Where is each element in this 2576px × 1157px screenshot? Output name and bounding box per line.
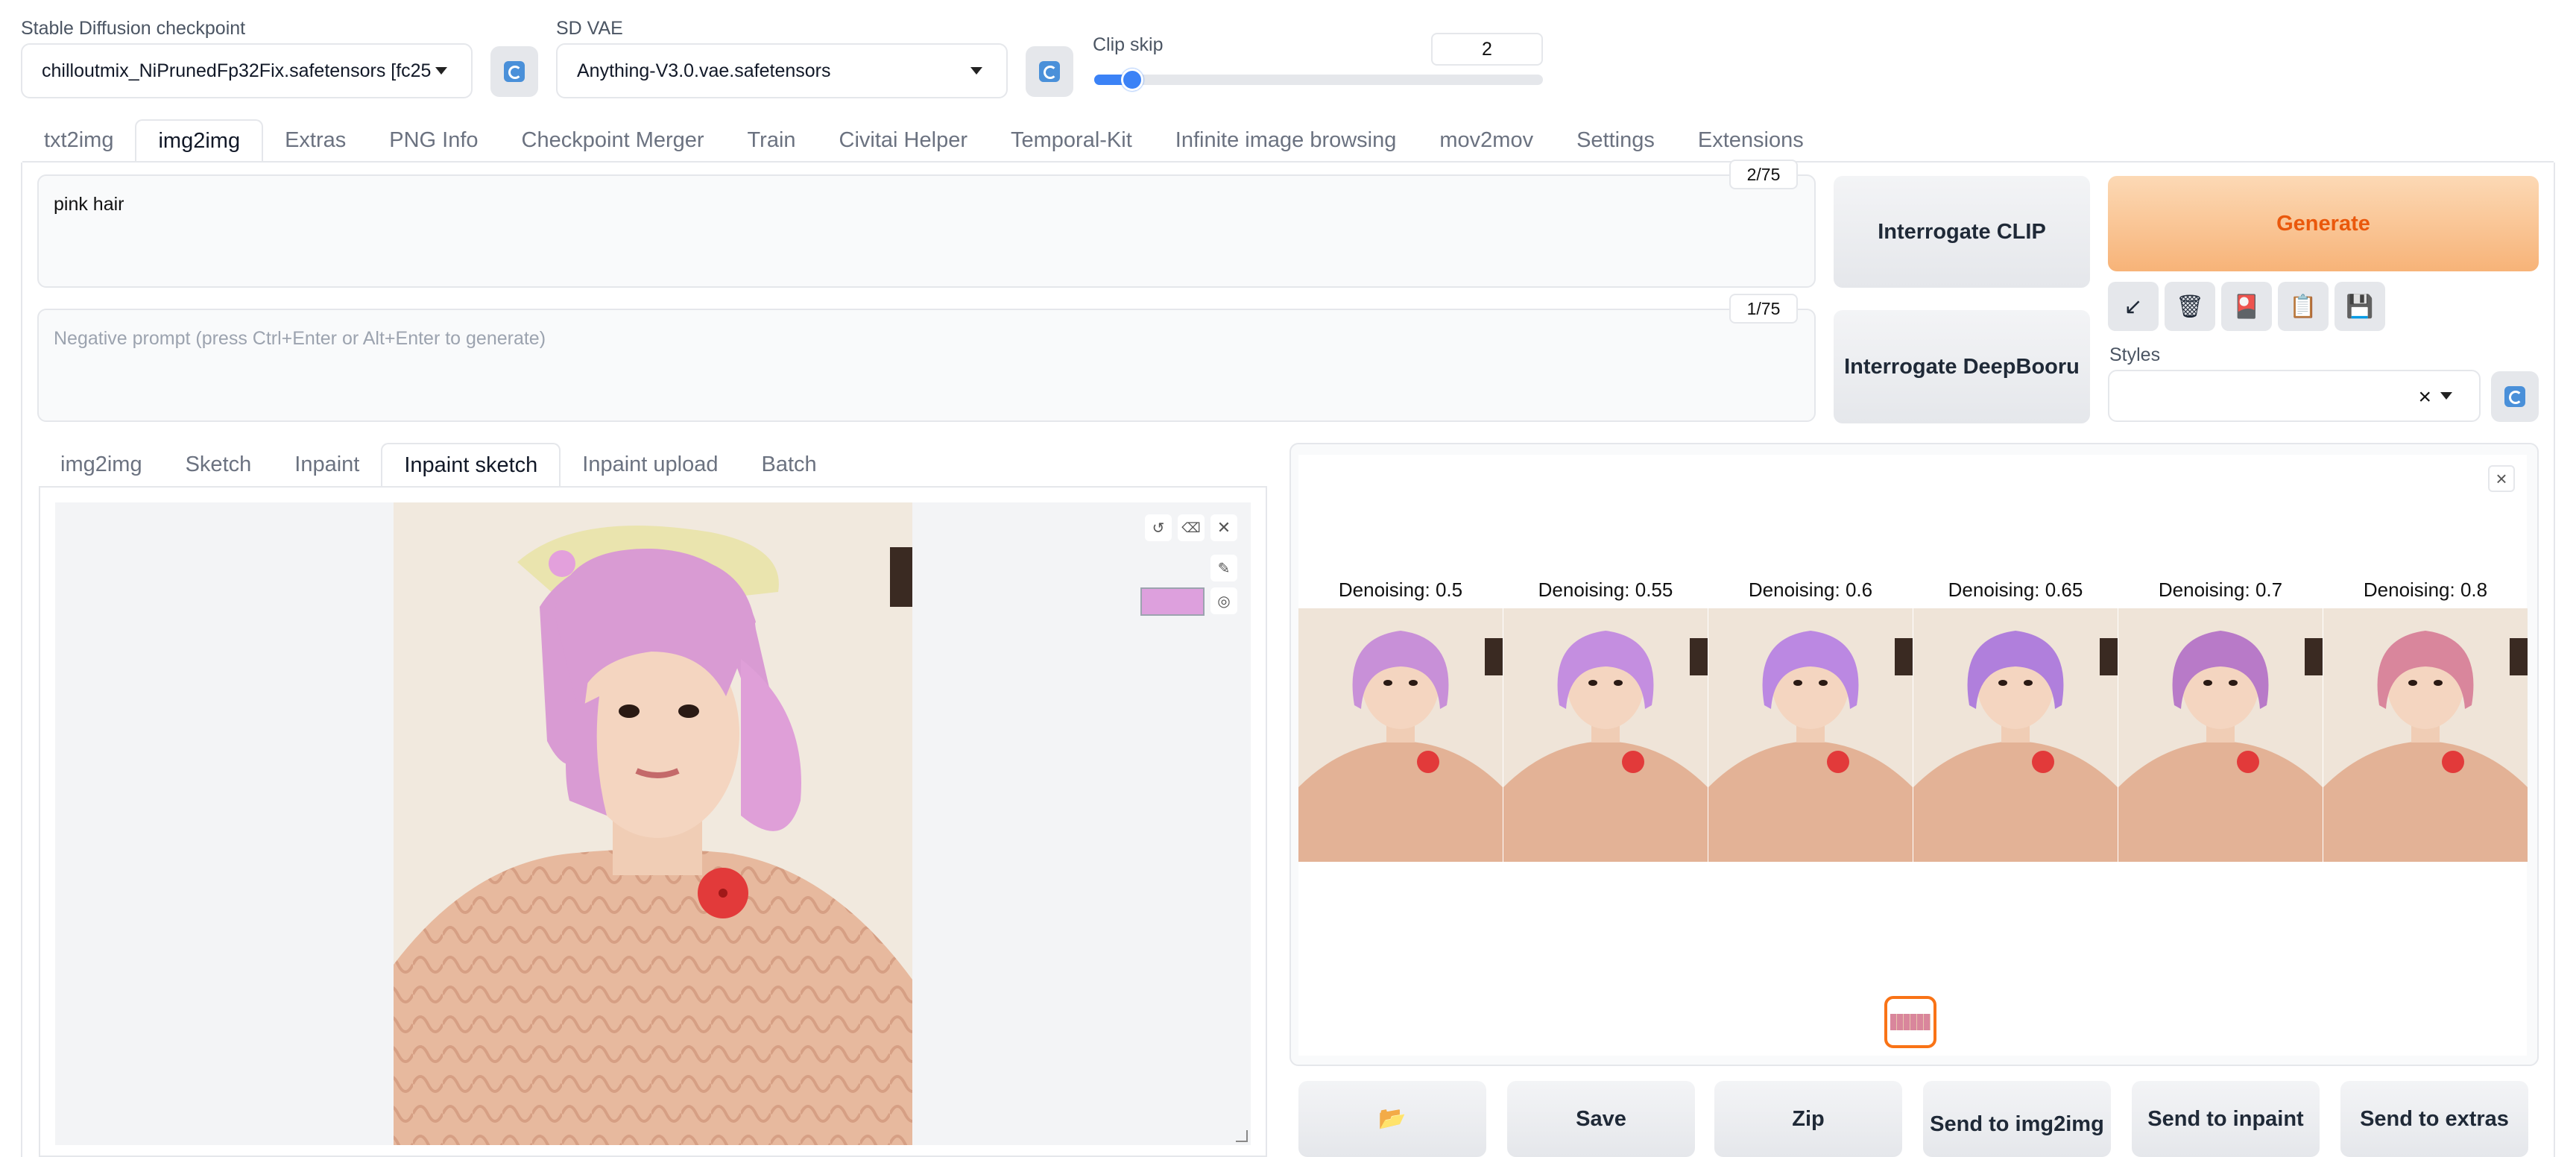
clip-skip-input[interactable]: 2 — [1431, 33, 1543, 66]
open-folder-button[interactable]: 📂 — [1298, 1081, 1486, 1157]
save-button[interactable]: Save — [1507, 1081, 1695, 1157]
tab-png-info[interactable]: PNG Info — [367, 119, 499, 161]
tab-txt2img[interactable]: txt2img — [22, 119, 135, 161]
interrogate-clip-button[interactable]: Interrogate CLIP — [1834, 176, 2090, 288]
negative-prompt-placeholder: Negative prompt (press Ctrl+Enter or Alt… — [54, 328, 546, 349]
negative-prompt-input[interactable]: Negative prompt (press Ctrl+Enter or Alt… — [37, 309, 1816, 422]
tab-img2img[interactable]: img2img — [135, 119, 264, 161]
close-gallery-icon[interactable]: × — [2488, 465, 2515, 492]
vae-value: Anything-V3.0.vae.safetensors — [577, 60, 831, 81]
refresh-vae-button[interactable] — [1026, 46, 1073, 97]
grid-thumbnail[interactable] — [1884, 996, 1936, 1048]
clip-skip-label: Clip skip — [1093, 34, 1164, 55]
main-tabs: txt2img img2img Extras PNG Info Checkpoint M… — [22, 119, 2554, 163]
gallery-thumbnail[interactable] — [2118, 608, 2323, 862]
zip-button[interactable]: Zip — [1714, 1081, 1902, 1157]
denoising-label: Denoising: 0.8 — [2363, 578, 2488, 601]
prompt-input[interactable]: pink hair — [37, 174, 1816, 288]
checkpoint-dropdown[interactable]: chilloutmix_NiPrunedFp32Fix.safetensors … — [21, 43, 473, 98]
extra-networks-icon[interactable]: 🎴 — [2221, 282, 2272, 331]
refresh-styles-button[interactable] — [2491, 371, 2539, 422]
subtab-sketch[interactable]: Sketch — [164, 443, 274, 486]
brush-color-swatch[interactable] — [1140, 587, 1205, 616]
denoising-label: Denoising: 0.55 — [1538, 578, 1673, 601]
subtab-batch[interactable]: Batch — [740, 443, 839, 486]
brush-icon[interactable]: ✎ — [1210, 555, 1237, 581]
gallery-thumbnail[interactable] — [1708, 608, 1913, 862]
trash-icon[interactable]: 🗑 — [2165, 282, 2215, 331]
tab-civitai-helper[interactable]: Civitai Helper — [818, 119, 989, 161]
prompt-text: pink hair — [54, 194, 124, 215]
sketch-canvas[interactable]: ↺ ⌫ ✕ ✎ ◎ — [55, 502, 1251, 1145]
thumbnail-image — [1708, 608, 1913, 862]
refresh-checkpoint-button[interactable] — [490, 46, 538, 97]
checkpoint-label: Stable Diffusion checkpoint — [21, 18, 246, 39]
vae-dropdown[interactable]: Anything-V3.0.vae.safetensors — [556, 43, 1008, 98]
send-to-img2img-button[interactable]: Send to img2img — [1923, 1081, 2111, 1157]
thumbnail-image — [2323, 608, 2528, 862]
tab-checkpoint-merger[interactable]: Checkpoint Merger — [500, 119, 726, 161]
tab-extensions[interactable]: Extensions — [1676, 119, 1825, 161]
denoising-label: Denoising: 0.6 — [1748, 578, 1873, 601]
refresh-icon — [504, 61, 525, 82]
gallery-thumbnail[interactable] — [1503, 608, 1708, 862]
resize-handle-icon[interactable] — [1236, 1130, 1248, 1142]
paste-params-icon[interactable]: ↙ — [2108, 282, 2159, 331]
undo-icon[interactable]: ↺ — [1145, 514, 1172, 541]
tab-temporal-kit[interactable]: Temporal-Kit — [989, 119, 1154, 161]
thumbnail-image — [1298, 608, 1503, 862]
slider-handle[interactable] — [1121, 69, 1144, 91]
subtab-inpaint-upload[interactable]: Inpaint upload — [561, 443, 739, 486]
denoising-label: Denoising: 0.65 — [1948, 578, 2083, 601]
subtab-inpaint-sketch[interactable]: Inpaint sketch — [381, 443, 561, 486]
negative-token-counter: 1/75 — [1729, 294, 1798, 324]
thumbnail-image — [1503, 608, 1708, 862]
clipboard-icon[interactable]: 📋 — [2278, 282, 2329, 331]
gallery-thumbnail[interactable] — [1298, 608, 1503, 862]
tab-mov2mov[interactable]: mov2mov — [1418, 119, 1555, 161]
send-to-extras-button[interactable]: Send to extras — [2340, 1081, 2528, 1157]
denoising-label: Denoising: 0.5 — [1338, 578, 1463, 601]
subtab-img2img[interactable]: img2img — [39, 443, 164, 486]
styles-label: Styles — [2109, 344, 2161, 365]
save-style-icon[interactable]: 💾 — [2334, 282, 2385, 331]
tab-extras[interactable]: Extras — [263, 119, 367, 161]
refresh-icon — [2504, 386, 2525, 407]
tab-infinite-image-browsing[interactable]: Infinite image browsing — [1154, 119, 1418, 161]
generate-button[interactable]: Generate — [2108, 176, 2539, 271]
vae-label: SD VAE — [556, 18, 623, 39]
thumbnail-image — [2118, 608, 2323, 862]
chevron-down-icon — [435, 67, 447, 75]
clear-canvas-icon[interactable]: ✕ — [1210, 514, 1237, 541]
tab-settings[interactable]: Settings — [1555, 119, 1676, 161]
gallery-thumbnail[interactable] — [1913, 608, 2118, 862]
gallery-thumbnail[interactable] — [2323, 608, 2528, 862]
chevron-down-icon — [970, 67, 982, 75]
img2img-subtabs: img2img Sketch Inpaint Inpaint sketch Inpain… — [39, 443, 1267, 488]
folder-icon: 📂 — [1378, 1106, 1407, 1131]
clear-icon[interactable]: × — [2418, 385, 2431, 410]
thumbnail-image — [1913, 608, 2118, 862]
checkpoint-value: chilloutmix_NiPrunedFp32Fix.safetensors … — [42, 60, 432, 81]
eraser-icon[interactable]: ⌫ — [1178, 514, 1205, 541]
subtab-inpaint[interactable]: Inpaint — [273, 443, 381, 486]
send-to-inpaint-button[interactable]: Send to inpaint — [2132, 1081, 2320, 1157]
denoising-label: Denoising: 0.7 — [2158, 578, 2283, 601]
prompt-token-counter: 2/75 — [1729, 160, 1798, 189]
clip-skip-slider[interactable] — [1094, 69, 1543, 91]
sketch-image — [394, 502, 912, 1145]
interrogate-deepbooru-button[interactable]: Interrogate DeepBooru — [1834, 310, 2090, 423]
palette-icon[interactable]: ◎ — [1210, 587, 1237, 614]
output-gallery: × Denoising: 0.5 Denoising: 0.55 Denoising… — [1298, 455, 2528, 1056]
chevron-down-icon — [2440, 392, 2452, 400]
grid-thumbnail-image — [1890, 1014, 1931, 1030]
styles-dropdown[interactable]: × — [2108, 370, 2481, 422]
refresh-icon — [1039, 61, 1060, 82]
tab-train[interactable]: Train — [726, 119, 818, 161]
tool-icon-row: ↙ 🗑 🎴 📋 💾 — [2108, 282, 2391, 331]
